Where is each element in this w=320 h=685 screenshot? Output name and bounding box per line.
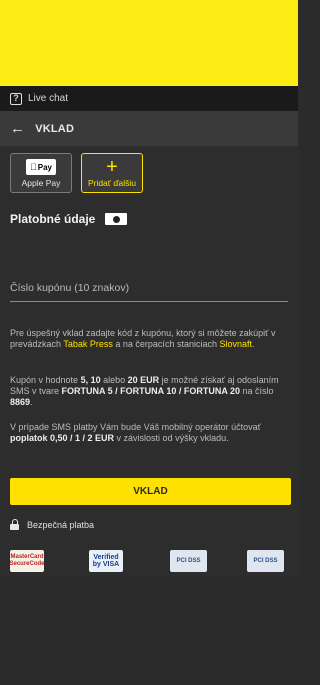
coupon-number-input[interactable]: [10, 274, 288, 302]
apple-pay-logo-icon: Pay: [26, 159, 56, 175]
chat-help-icon: ?: [10, 92, 22, 105]
live-chat-bar[interactable]: ? Live chat: [0, 86, 298, 111]
lock-icon: [10, 519, 19, 530]
arrow-left-icon[interactable]: ←: [10, 121, 25, 136]
deposit-submit-button[interactable]: VKLAD: [10, 478, 291, 505]
payment-details-heading: Platobné údaje: [10, 212, 96, 226]
apple-pay-label: Apple Pay: [21, 178, 61, 188]
plus-icon: +: [106, 156, 118, 178]
info-paragraph-purchase: Pre úspešný vklad zadajte kód z kupónu, …: [10, 328, 276, 349]
info-paragraph-sms: Kupón v hodnote 5, 10 alebo 20 EUR je mo…: [10, 375, 279, 407]
page-header: ← VKLAD: [0, 111, 298, 146]
verified-by-visa-badge: Verified by VISA: [89, 550, 123, 572]
pci-dss-badge-2: PCI DSS: [247, 550, 284, 572]
slovnaft-link[interactable]: Slovnaft: [219, 339, 252, 349]
add-payment-method-button[interactable]: + Pridať ďalšiu: [81, 153, 143, 193]
top-yellow-band: [0, 0, 298, 86]
payment-details-title: Platobné údaje: [10, 212, 128, 226]
page-title: VKLAD: [35, 122, 75, 135]
cash-icon: [105, 213, 128, 225]
info-paragraph-fee: V prípade SMS platby Vám bude Váš mobiln…: [10, 422, 262, 443]
live-chat-label: Live chat: [28, 93, 69, 104]
pci-dss-badge: PCI DSS: [170, 550, 207, 572]
secure-payment-label: Bezpečná platba: [27, 519, 95, 530]
deposit-panel: Pay Apple Pay + Pridať ďalšiu Platobné …: [0, 146, 298, 576]
tabak-press-link[interactable]: Tabak Press: [63, 339, 113, 349]
mastercard-securecode-badge: MasterCard SecureCode: [10, 550, 45, 572]
add-method-label: Pridať ďalšiu: [87, 178, 137, 188]
apple-pay-method[interactable]: Pay Apple Pay: [10, 153, 72, 193]
secure-payment-note: Bezpečná platba: [10, 519, 94, 530]
